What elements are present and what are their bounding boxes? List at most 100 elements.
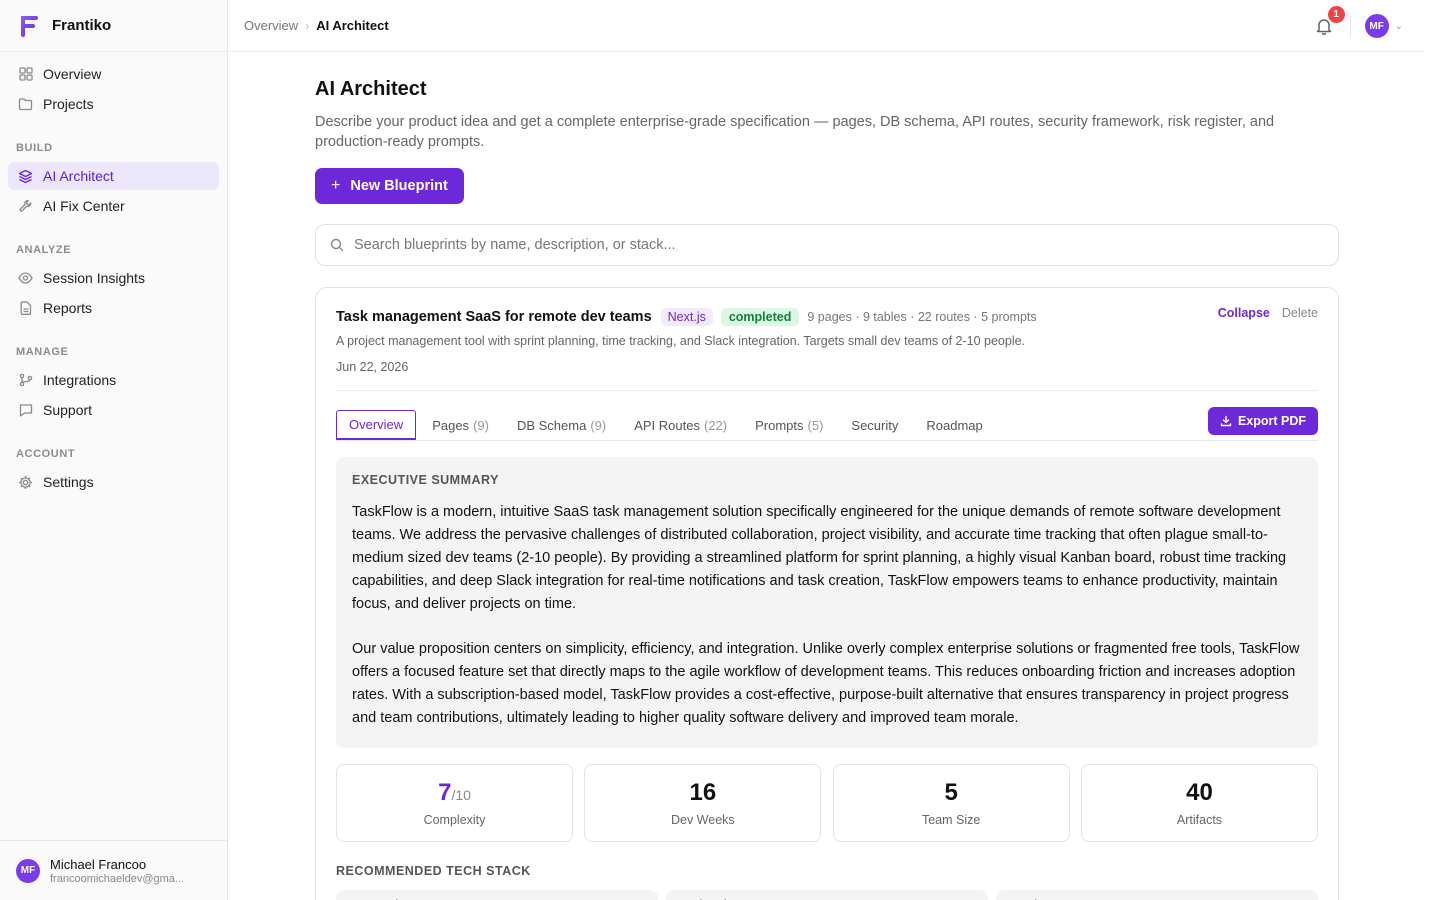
- breadcrumb: Overview › AI Architect: [244, 18, 389, 33]
- sidebar-item-support[interactable]: Support: [8, 396, 219, 424]
- tab-db-schema[interactable]: DB Schema (9): [503, 410, 620, 440]
- team-size-value: 5: [944, 779, 958, 806]
- sidebar-item-label: Overview: [43, 66, 102, 82]
- chevron-right-icon: ›: [305, 18, 310, 33]
- tab-roadmap[interactable]: Roadmap: [912, 410, 996, 440]
- blueprint-tabs: Overview Pages (9) DB Schema (9) API Route…: [336, 407, 1318, 441]
- tab-security[interactable]: Security: [837, 410, 912, 440]
- divider: [1349, 15, 1351, 37]
- tab-label: API Routes: [634, 417, 700, 433]
- blueprint-date: Jun 22, 2026: [336, 360, 409, 374]
- artifacts-value: 40: [1186, 779, 1213, 806]
- collapse-button[interactable]: Collapse: [1218, 306, 1270, 320]
- tab-count: (9): [473, 417, 489, 433]
- git-branch-icon: [18, 373, 33, 388]
- tab-label: Security: [851, 417, 899, 433]
- brand-name: Frantiko: [52, 17, 112, 34]
- tab-label: Roadmap: [926, 417, 983, 433]
- sidebar-item-label: Projects: [43, 96, 94, 112]
- sidebar-nav: Overview Projects BUILD AI Architect AI …: [0, 52, 227, 496]
- notifications-button[interactable]: 1: [1314, 6, 1345, 36]
- blueprint-title: Task management SaaS for remote dev team…: [336, 309, 652, 325]
- stat-label: Team Size: [921, 813, 981, 827]
- summary-paragraph: TaskFlow is a modern, intuitive SaaS tas…: [352, 504, 1287, 612]
- tab-count: (5): [807, 417, 824, 433]
- section-label-account: ACCOUNT: [16, 448, 76, 460]
- section-label-analyze: ANALYZE: [16, 244, 72, 256]
- new-blueprint-button[interactable]: + New Blueprint: [315, 168, 464, 204]
- export-label: Export PDF: [1237, 414, 1306, 428]
- stat-label: Complexity: [423, 813, 486, 827]
- tech-backend: Backend: [666, 890, 988, 900]
- tab-pages[interactable]: Pages (9): [418, 410, 503, 440]
- stat-complexity: 7/10 Complexity: [336, 764, 573, 842]
- chevron-down-icon[interactable]: ⌄: [1395, 21, 1403, 32]
- summary-paragraph: Our value proposition centers on simplic…: [352, 641, 1300, 726]
- page-description: Describe your product idea and get a com…: [315, 114, 1275, 150]
- summary-heading: EXECUTIVE SUMMARY: [352, 473, 499, 487]
- delete-button[interactable]: Delete: [1282, 306, 1318, 320]
- breadcrumb-overview[interactable]: Overview: [244, 18, 298, 33]
- user-profile[interactable]: MF Michael Francoo francoomichaeldev@gma…: [0, 840, 228, 900]
- export-pdf-button[interactable]: Export PDF: [1207, 407, 1318, 435]
- sidebar: Frantiko Overview Projects BUILD AI Arch…: [0, 0, 228, 900]
- sidebar-item-overview[interactable]: Overview: [8, 60, 219, 88]
- blueprint-description: A project management tool with sprint pl…: [336, 334, 1026, 348]
- folder-icon: [18, 97, 33, 112]
- stat-label: Dev Weeks: [670, 813, 735, 827]
- section-label-build: BUILD: [16, 142, 53, 154]
- tab-count: (22): [703, 417, 728, 433]
- search-bar: [315, 224, 1339, 266]
- stat-label: Artifacts: [1176, 813, 1223, 827]
- brand[interactable]: Frantiko: [0, 0, 227, 52]
- message-icon: [18, 403, 33, 418]
- section-label-manage: MANAGE: [16, 346, 69, 358]
- stack-badge: Next.js: [660, 308, 713, 326]
- tab-label: DB Schema: [516, 417, 587, 433]
- status-badge: completed: [720, 308, 800, 326]
- tab-label: Pages: [432, 417, 470, 433]
- stats-row: 7/10 Complexity 16 Dev Weeks 5 Team Size…: [336, 764, 1318, 842]
- sidebar-item-ai-architect[interactable]: AI Architect: [8, 162, 219, 190]
- sidebar-item-label: Support: [43, 402, 93, 418]
- sidebar-item-settings[interactable]: Settings: [8, 468, 219, 496]
- search-input[interactable]: [354, 237, 1254, 253]
- complexity-denominator: /10: [451, 787, 471, 803]
- sidebar-item-label: Reports: [43, 300, 93, 316]
- topbar: Overview › AI Architect 1 MF ⌄: [228, 0, 1425, 52]
- page-title: AI Architect: [315, 78, 427, 100]
- notification-badge: 1: [1327, 6, 1345, 23]
- breadcrumb-current: AI Architect: [316, 18, 389, 33]
- stat-team-size: 5 Team Size: [832, 764, 1070, 842]
- user-menu-avatar[interactable]: MF: [1364, 14, 1389, 38]
- download-icon: [1220, 415, 1232, 427]
- stat-dev-weeks: 16 Dev Weeks: [584, 764, 822, 842]
- sidebar-item-session-insights[interactable]: Session Insights: [8, 264, 219, 292]
- grid-icon: [18, 67, 33, 82]
- search-icon: [330, 238, 344, 252]
- tab-label: Overview: [349, 417, 404, 432]
- sidebar-item-label: AI Architect: [43, 168, 114, 184]
- blueprint-card: Task management SaaS for remote dev team…: [315, 287, 1339, 900]
- wrench-icon: [18, 199, 33, 214]
- layers-icon: [18, 169, 33, 184]
- frantiko-logo-icon: [21, 15, 38, 37]
- file-icon: [18, 301, 33, 316]
- sidebar-item-reports[interactable]: Reports: [8, 294, 219, 322]
- plus-icon: +: [331, 177, 341, 194]
- sidebar-item-label: Settings: [43, 474, 94, 490]
- eye-icon: [18, 271, 33, 286]
- stat-artifacts: 40 Artifacts: [1080, 764, 1318, 842]
- sidebar-item-integrations[interactable]: Integrations: [8, 366, 219, 394]
- sidebar-item-projects[interactable]: Projects: [8, 90, 219, 118]
- sidebar-item-ai-fix-center[interactable]: AI Fix Center: [8, 192, 219, 220]
- tab-api-routes[interactable]: API Routes (22): [620, 410, 741, 440]
- avatar: MF: [16, 858, 40, 883]
- complexity-value: 7: [438, 779, 452, 806]
- user-email: francoomichaeldev@gma...: [50, 872, 185, 885]
- tab-label: Prompts: [755, 417, 804, 433]
- tab-prompts[interactable]: Prompts (5): [741, 410, 837, 440]
- tech-stack-row: Frontend Backend Database: [336, 890, 1318, 900]
- blueprint-meta: 9 pages · 9 tables · 22 routes · 5 promp…: [807, 310, 1037, 324]
- tab-overview[interactable]: Overview: [336, 410, 417, 440]
